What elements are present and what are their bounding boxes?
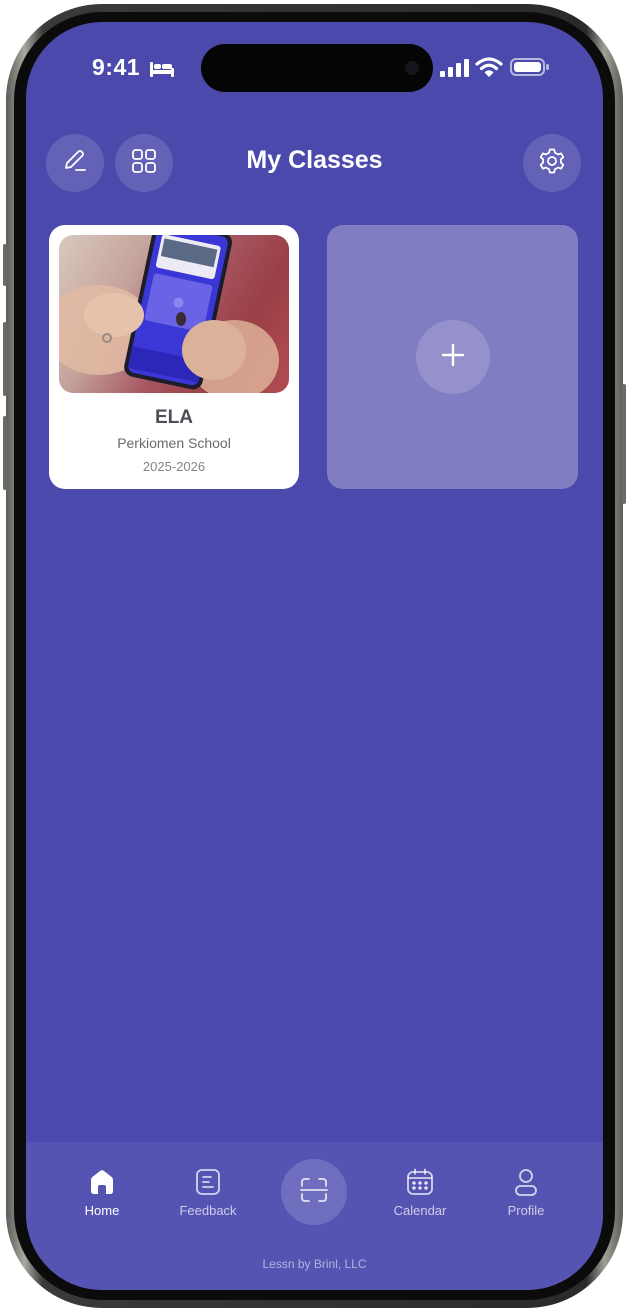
footer-credit: Lessn by Brinl, LLC [262, 1257, 367, 1271]
add-class-card[interactable] [327, 225, 578, 489]
home-icon [57, 1166, 147, 1198]
tab-profile[interactable]: Profile [481, 1166, 571, 1218]
class-card[interactable]: ELA Perkiomen School 2025-2026 [49, 225, 299, 489]
calendar-icon [375, 1166, 465, 1198]
phone-frame: 9:41 My Classes ELA Perkiomen School 202… [3, 4, 626, 1308]
scan-icon [298, 1174, 330, 1211]
class-year: 2025-2026 [142, 459, 206, 474]
tab-label-profile: Profile [507, 1203, 545, 1218]
tab-feedback[interactable]: Feedback [163, 1166, 253, 1218]
tab-label-feedback: Feedback [179, 1203, 237, 1218]
tab-bar: Home Feedback Calendar Profile Lessn by … [26, 1142, 603, 1290]
page-title: My Classes [246, 146, 383, 174]
tab-label-home: Home [84, 1203, 120, 1218]
class-school: Perkiomen School [117, 435, 231, 451]
battery-icon [510, 58, 550, 81]
scan-button[interactable] [281, 1159, 347, 1225]
gear-icon [537, 146, 567, 181]
dynamic-island [201, 44, 433, 92]
volume-up-button [3, 322, 7, 396]
class-title: ELA [155, 407, 193, 428]
tab-calendar[interactable]: Calendar [375, 1166, 465, 1218]
bed-icon [149, 60, 175, 83]
volume-down-button [3, 416, 7, 490]
signal-icon [440, 59, 470, 82]
power-button [622, 384, 626, 504]
action-button [3, 244, 7, 286]
status-bar: 9:41 [26, 22, 603, 102]
settings-button[interactable] [523, 134, 581, 192]
class-thumbnail [59, 235, 289, 393]
tab-label-calendar: Calendar [393, 1203, 447, 1218]
profile-icon [481, 1166, 571, 1198]
add-class-button[interactable] [416, 320, 490, 394]
camera-icon [405, 61, 419, 75]
feedback-icon [163, 1166, 253, 1198]
screen: 9:41 My Classes ELA Perkiomen School 202… [26, 22, 603, 1290]
status-time: 9:41 [92, 54, 141, 80]
tab-home[interactable]: Home [57, 1166, 147, 1218]
plus-icon [440, 342, 466, 373]
wifi-icon [475, 56, 503, 83]
